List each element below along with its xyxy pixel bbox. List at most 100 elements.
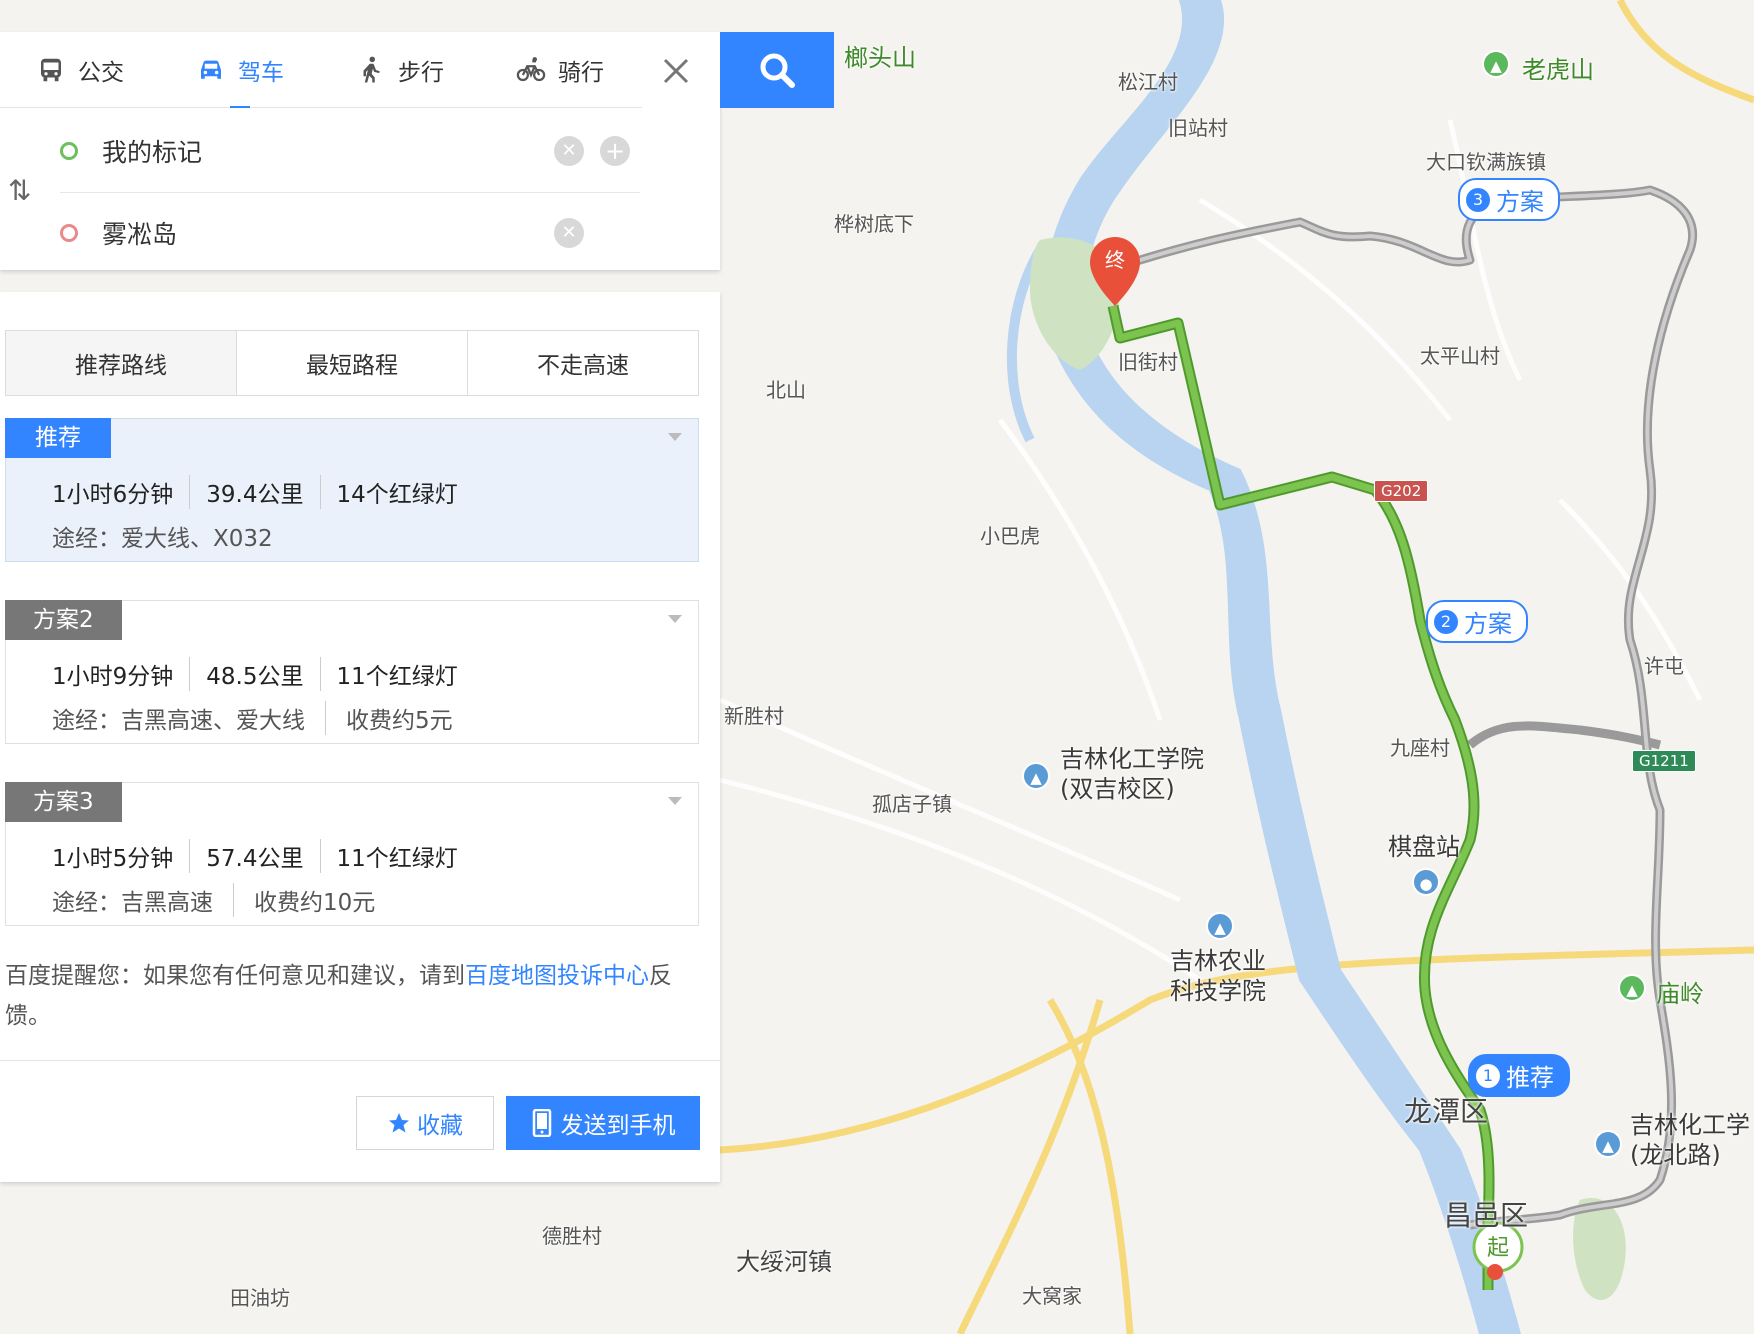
route-tag-label: 方案 bbox=[1464, 610, 1512, 638]
expand-caret-icon[interactable] bbox=[668, 797, 682, 805]
road-shield: G1211 bbox=[1632, 750, 1696, 772]
minor-roads bbox=[718, 119, 1703, 983]
map-label: 北山 bbox=[766, 378, 806, 402]
plan-lights: 14个红绿灯 bbox=[319, 475, 474, 509]
poi-label[interactable]: 棋盘站 bbox=[1388, 832, 1460, 862]
tab-bike-label: 骑行 bbox=[558, 59, 604, 86]
search-button[interactable] bbox=[720, 32, 834, 108]
mountain-label: 庙岭 bbox=[1656, 980, 1704, 1008]
send-label: 发送到手机 bbox=[560, 1113, 676, 1139]
route-search-box: 公交 驾车 步行 骑行 ⇅ ✕ + ✕ bbox=[0, 32, 720, 270]
map-label: 大口钦满族镇 bbox=[1426, 150, 1546, 174]
notice-prefix: 百度提醒您：如果您有任何意见和建议，请到 bbox=[5, 963, 465, 989]
favorite-button[interactable]: 收藏 bbox=[356, 1096, 494, 1150]
feedback-notice: 百度提醒您：如果您有任何意见和建议，请到百度地图投诉中心反馈。 bbox=[5, 956, 705, 1036]
map-label: 德胜村 bbox=[542, 1224, 602, 1248]
school-icon[interactable]: ▲ bbox=[1206, 912, 1234, 940]
road-shield: G202 bbox=[1374, 480, 1429, 502]
start-input[interactable] bbox=[102, 136, 522, 166]
route-inputs: ⇅ ✕ + ✕ bbox=[0, 118, 720, 268]
plan-fee: 收费约10元 bbox=[233, 883, 375, 917]
route-preference-tabs: 推荐路线 最短路程 不走高速 bbox=[5, 330, 699, 396]
plan-via-roads: 途经：吉黑高速 bbox=[52, 890, 213, 916]
river bbox=[1006, 0, 1522, 1334]
map-label: 旧街村 bbox=[1118, 350, 1178, 374]
tab-shortest[interactable]: 最短路程 bbox=[237, 331, 468, 395]
plan-stats: 1小时6分钟 39.4公里 14个红绿灯 bbox=[46, 475, 474, 509]
end-input[interactable] bbox=[102, 218, 522, 248]
mountain-icon: ▲ bbox=[1482, 50, 1510, 78]
search-icon bbox=[760, 53, 795, 88]
close-button[interactable] bbox=[652, 48, 700, 94]
start-marker-label: 起 bbox=[1486, 1236, 1509, 1261]
school-icon[interactable]: ▲ bbox=[1594, 1130, 1622, 1158]
swap-icon[interactable]: ⇅ bbox=[8, 174, 31, 207]
plan-card-1[interactable]: 推荐 1小时6分钟 39.4公里 14个红绿灯 途经：爱大线、X032 bbox=[5, 418, 699, 562]
plan-tag: 方案3 bbox=[5, 782, 122, 822]
end-marker-label: 终 bbox=[1105, 248, 1125, 272]
station-icon[interactable]: ● bbox=[1412, 868, 1440, 896]
plan-stats: 1小时5分钟 57.4公里 11个红绿灯 bbox=[46, 839, 474, 873]
route-tag-3[interactable]: 3 方案 bbox=[1458, 178, 1560, 221]
tab-no-highway[interactable]: 不走高速 bbox=[468, 331, 698, 395]
tab-recommended[interactable]: 推荐路线 bbox=[6, 331, 237, 395]
tab-bike[interactable]: 骑行 bbox=[480, 32, 640, 107]
tab-walk[interactable]: 步行 bbox=[320, 32, 480, 107]
district-label: 昌邑区 bbox=[1444, 1199, 1529, 1232]
plan-lights: 11个红绿灯 bbox=[319, 839, 474, 873]
route-tag-number: 3 bbox=[1466, 187, 1490, 212]
plan-time: 1小时5分钟 bbox=[52, 846, 174, 872]
route-tag-2[interactable]: 2 方案 bbox=[1426, 600, 1528, 643]
poi-label[interactable]: 吉林化工学院 (双吉校区) bbox=[1060, 744, 1204, 804]
plan-via: 途经：爱大线、X032 bbox=[52, 519, 273, 553]
route-tag-label: 推荐 bbox=[1506, 1064, 1554, 1092]
walk-icon bbox=[363, 56, 380, 82]
mountain-icon: ▲ bbox=[1618, 974, 1646, 1002]
map-label: 九座村 bbox=[1390, 736, 1450, 760]
car-icon bbox=[201, 60, 221, 79]
poi-label[interactable]: 吉林农业 科技学院 bbox=[1170, 946, 1266, 1006]
footer-divider bbox=[0, 1060, 720, 1061]
map-label: 太平山村 bbox=[1420, 344, 1500, 368]
mountain-label: 榔头山 bbox=[844, 44, 916, 72]
plan-card-3[interactable]: 方案3 1小时5分钟 57.4公里 11个红绿灯 途经：吉黑高速 收费约10元 bbox=[5, 782, 699, 926]
plan-fee: 收费约5元 bbox=[325, 701, 453, 735]
plan-via: 途经：吉黑高速、爱大线 收费约5元 bbox=[52, 701, 453, 735]
tab-bus-label: 公交 bbox=[78, 59, 124, 86]
plan-distance: 39.4公里 bbox=[189, 475, 319, 509]
plan-time: 1小时6分钟 bbox=[52, 482, 174, 508]
tab-walk-label: 步行 bbox=[398, 59, 444, 86]
tab-bus[interactable]: 公交 bbox=[0, 32, 160, 107]
tab-drive-label: 驾车 bbox=[238, 59, 284, 86]
plan-card-2[interactable]: 方案2 1小时9分钟 48.5公里 11个红绿灯 途经：吉黑高速、爱大线 收费约… bbox=[5, 600, 699, 744]
map-label: 新胜村 bbox=[724, 704, 784, 728]
map-label: 松江村 bbox=[1118, 70, 1178, 94]
district-label: 龙潭区 bbox=[1404, 1095, 1489, 1128]
tab-drive[interactable]: 驾车 bbox=[160, 32, 320, 108]
clear-start-button[interactable]: ✕ bbox=[554, 136, 584, 166]
expand-caret-icon[interactable] bbox=[668, 433, 682, 441]
expand-caret-icon[interactable] bbox=[668, 615, 682, 623]
complaint-center-link[interactable]: 百度地图投诉中心 bbox=[465, 963, 649, 989]
end-dot-icon bbox=[60, 224, 78, 242]
plan-via-roads: 途经：吉黑高速、爱大线 bbox=[52, 708, 305, 734]
clear-end-button[interactable]: ✕ bbox=[554, 218, 584, 248]
send-to-phone-button[interactable]: 发送到手机 bbox=[506, 1096, 700, 1150]
map-label: 旧站村 bbox=[1168, 116, 1228, 140]
plan-time: 1小时9分钟 bbox=[52, 664, 174, 690]
route-tag-number: 1 bbox=[1476, 1063, 1500, 1088]
map-label: 桦树底下 bbox=[834, 212, 914, 236]
route-tag-1[interactable]: 1 推荐 bbox=[1468, 1054, 1570, 1097]
school-icon[interactable]: ▲ bbox=[1022, 762, 1050, 790]
add-waypoint-button[interactable]: + bbox=[600, 136, 630, 166]
close-icon bbox=[663, 58, 689, 84]
plan-via-roads: 途经：爱大线、X032 bbox=[52, 526, 273, 552]
start-row: ✕ + bbox=[60, 118, 640, 184]
map-label: 孤店子镇 bbox=[872, 792, 952, 816]
plan-distance: 48.5公里 bbox=[189, 657, 319, 691]
bus-icon bbox=[41, 58, 61, 81]
poi-label[interactable]: 吉林化工学 (龙北路) bbox=[1630, 1110, 1750, 1170]
start-dot-icon bbox=[60, 142, 78, 160]
route-results-panel: 推荐路线 最短路程 不走高速 推荐 1小时6分钟 39.4公里 14个红绿灯 途… bbox=[0, 292, 720, 1182]
plan-lights: 11个红绿灯 bbox=[319, 657, 474, 691]
